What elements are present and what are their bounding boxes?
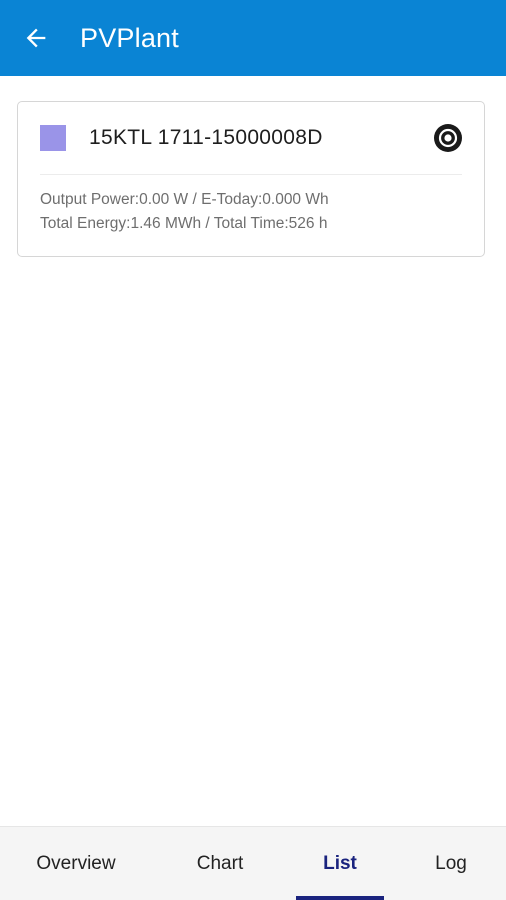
tab-overview-label: Overview	[36, 853, 116, 874]
device-card-header: 15KTL 1711-15000008D	[40, 102, 462, 175]
device-stats-line-power: Output Power:0.00 W / E-Today:0.000 Wh	[40, 191, 329, 208]
page-title: PVPlant	[80, 22, 179, 53]
device-stats-line-energy: Total Energy:1.46 MWh / Total Time:526 h	[40, 215, 328, 232]
tab-log-label: Log	[435, 853, 467, 874]
arrow-left-icon	[26, 28, 46, 48]
tab-chart-label: Chart	[196, 853, 244, 874]
device-stats: Output Power:0.00 W / E-Today:0.000 Wh T…	[40, 188, 329, 236]
tab-list[interactable]: List	[296, 827, 384, 900]
tab-log[interactable]: Log	[400, 827, 502, 900]
tab-chart[interactable]: Chart	[152, 827, 288, 900]
app-bar: PVPlant	[0, 0, 506, 76]
device-status-indicator	[40, 125, 66, 151]
back-button[interactable]	[14, 16, 58, 60]
app-screen: PVPlant 15KTL 1711-15000008D Output Powe…	[0, 0, 506, 900]
device-card[interactable]: 15KTL 1711-15000008D Output Power:0.00 W…	[17, 101, 485, 257]
device-name: 15KTL 1711-15000008D	[89, 126, 323, 149]
active-tab-indicator	[296, 896, 384, 900]
tab-list-label: List	[323, 853, 357, 874]
target-icon[interactable]	[433, 123, 463, 153]
bottom-nav: Overview Chart List Log	[0, 826, 506, 900]
tab-overview[interactable]: Overview	[0, 827, 152, 900]
